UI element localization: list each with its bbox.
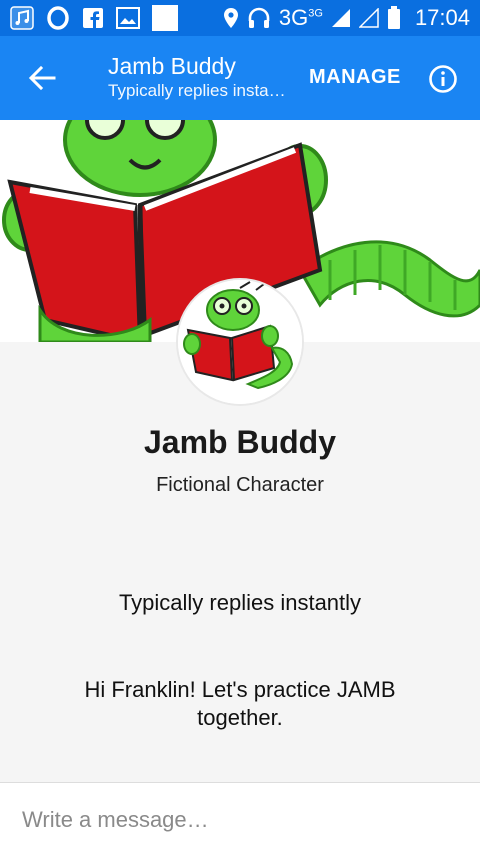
profile-avatar[interactable] [178, 280, 302, 404]
manage-button[interactable]: MANAGE [309, 66, 401, 89]
profile-category: Fictional Character [156, 474, 324, 496]
greeting-message: Hi Franklin! Let's practice JAMB togethe… [84, 677, 396, 730]
info-button[interactable] [428, 64, 458, 94]
music-notification-icon [10, 6, 34, 30]
message-input[interactable] [22, 803, 452, 837]
image-notification-icon [116, 7, 140, 29]
signal-empty-icon [358, 8, 379, 28]
response-time-text: Typically replies instantly [118, 590, 362, 615]
back-button[interactable] [22, 58, 62, 98]
page-subtitle: Typically replies instantly [108, 81, 288, 100]
opera-icon [46, 6, 70, 30]
message-composer [0, 782, 480, 854]
page-title: Jamb Buddy [108, 53, 236, 79]
info-icon [429, 65, 457, 93]
status-bar-notifications [10, 5, 178, 31]
conversation-title-block[interactable]: Jamb Buddy Typically replies instantly [108, 52, 288, 102]
clock: 17:04 [414, 5, 470, 30]
profile-name: Jamb Buddy [143, 424, 337, 460]
battery-icon [387, 6, 401, 30]
status-bar: 3G3G 17:04 [0, 0, 480, 36]
network-type-label: 3G3G [278, 5, 323, 30]
location-icon [223, 7, 239, 29]
status-bar-system: 3G3G 17:04 [223, 5, 470, 31]
headset-icon [247, 7, 271, 29]
signal-strength-icon [331, 8, 351, 28]
network-type-sup: 3G [308, 7, 323, 20]
blank-notification-icon [152, 5, 178, 31]
app-bar: Jamb Buddy Typically replies instantly M… [0, 36, 480, 120]
arrow-back-icon [28, 65, 56, 91]
bookworm-avatar-illustration [178, 280, 302, 404]
facebook-icon [82, 7, 104, 29]
